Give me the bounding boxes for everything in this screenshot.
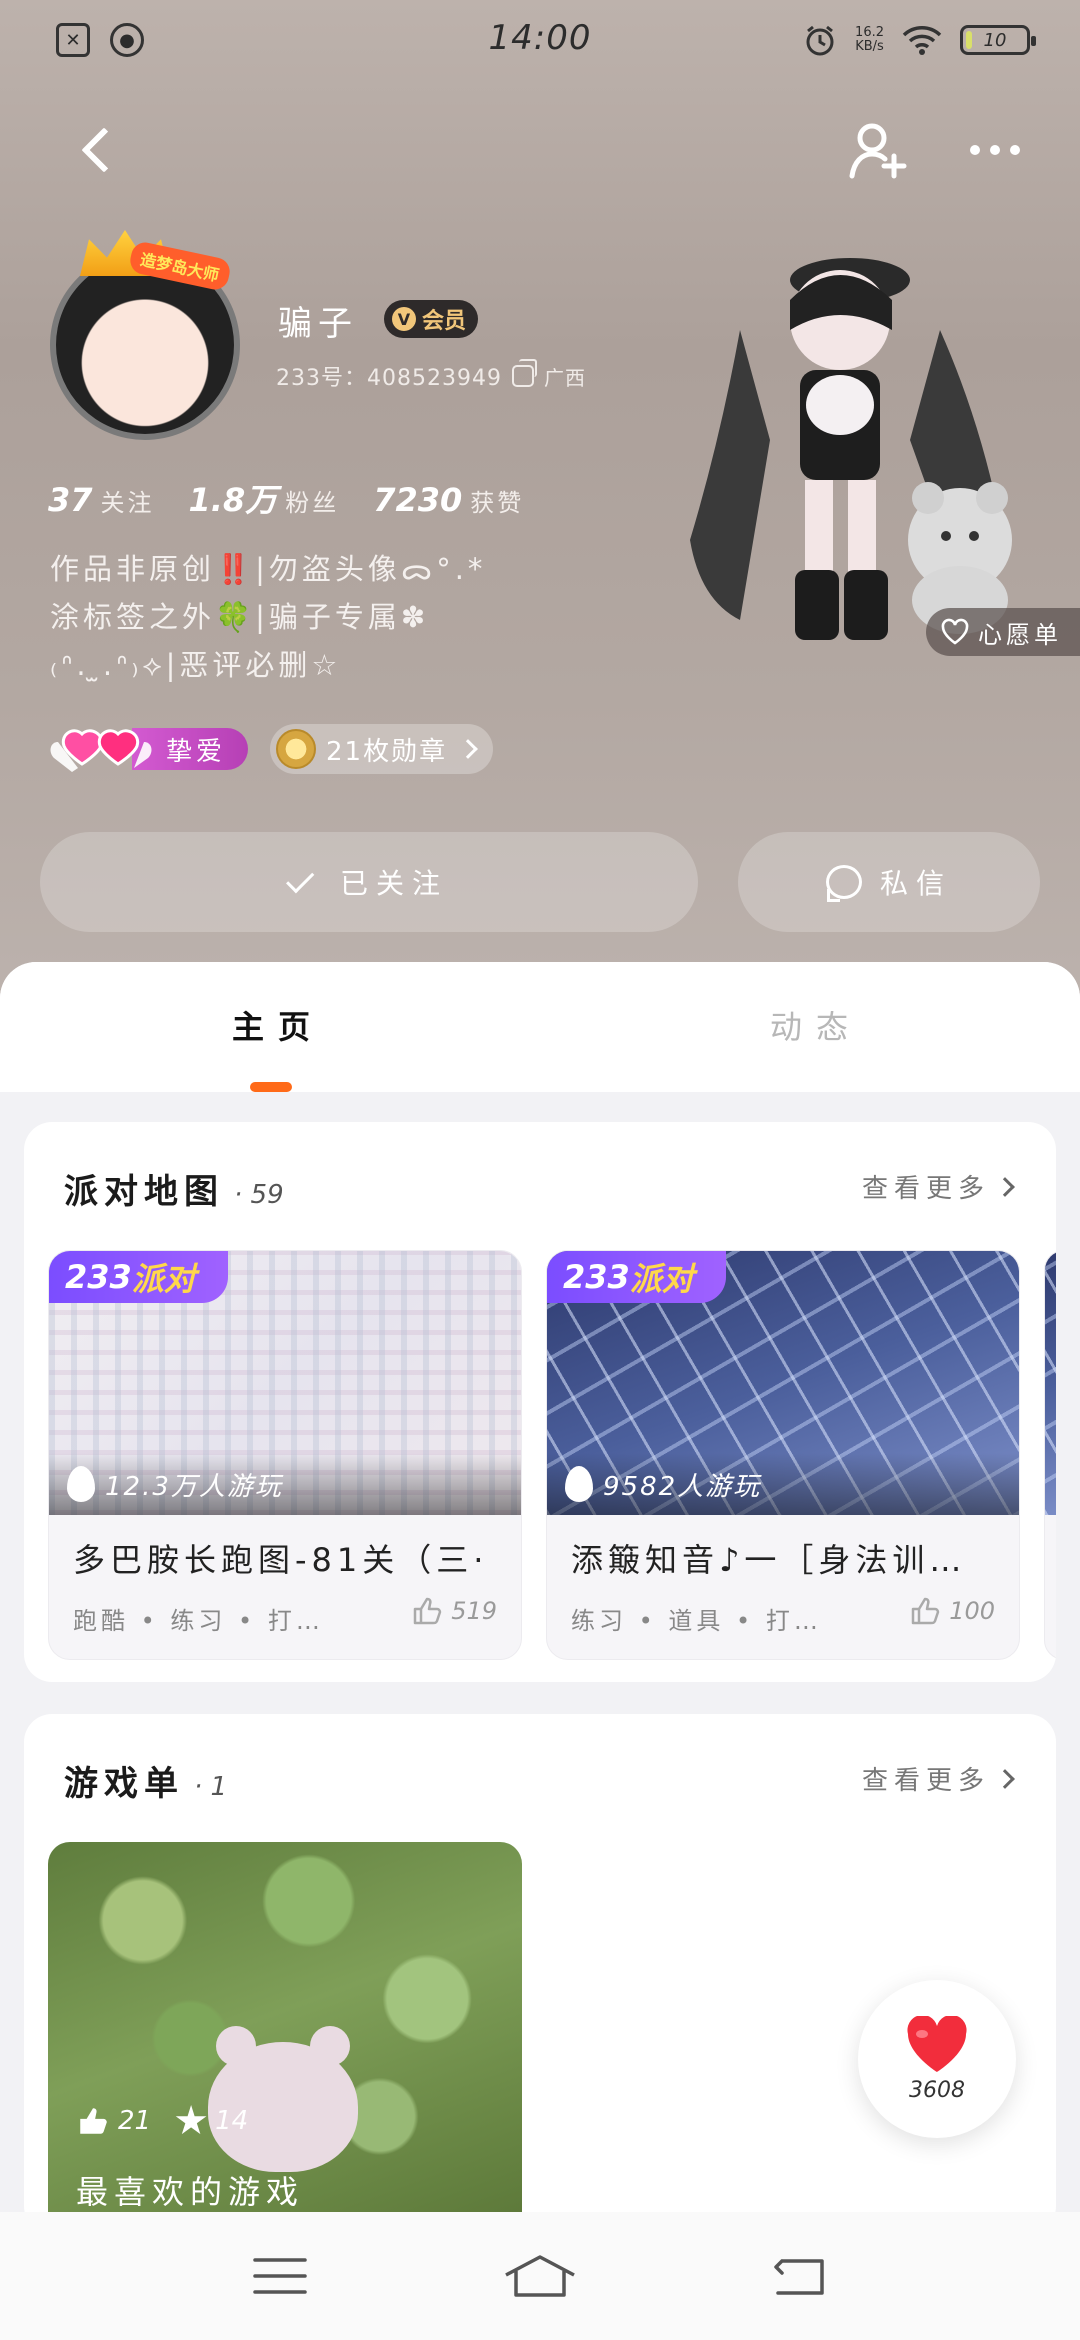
flame-icon xyxy=(565,1466,593,1502)
star-icon xyxy=(175,2105,207,2135)
app-icon: ● xyxy=(110,23,144,57)
back-arrow-icon xyxy=(774,2259,824,2295)
copy-icon[interactable] xyxy=(511,359,537,387)
floating-like-button[interactable]: 3608 xyxy=(858,1980,1016,2138)
wishlist-button[interactable]: 心愿单 xyxy=(926,608,1080,656)
status-bar: ✕ ● 14:00 16.2 KB/s 10 xyxy=(0,0,1080,80)
bio-text: 作品非原创‼️|勿盗头像ᯅ°.* 涂标签之外🍀|骗子专属✽ ₍ᐢ. ̫.ᐢ₎⟡|… xyxy=(50,552,487,682)
map-name: 添簸知音♪一［身法训… xyxy=(571,1541,967,1579)
see-more-button[interactable]: 查看更多 xyxy=(862,1760,1015,1797)
chevron-right-icon xyxy=(458,739,479,759)
profile-stats: 37 关注 1.8万 粉丝 7230 获赞 xyxy=(48,475,524,521)
back-nav-button[interactable] xyxy=(760,2246,840,2306)
flame-icon xyxy=(67,1466,95,1502)
map-likes[interactable]: 519 xyxy=(411,1595,497,1627)
see-more-button[interactable]: 查看更多 xyxy=(862,1168,1015,1205)
game-lists-section: 游戏单 · 1 查看更多 21 14 最喜欢的游戏 xyxy=(24,1714,1056,2212)
heart-outline-icon xyxy=(941,618,969,645)
stat-followers[interactable]: 1.8万 粉丝 xyxy=(189,475,340,521)
home-icon xyxy=(505,2255,575,2297)
character-avatar-image[interactable] xyxy=(680,240,1060,660)
system-nav-bar xyxy=(0,2212,1080,2340)
like-count: 3608 xyxy=(909,2077,965,2103)
game-list-card[interactable]: 21 14 最喜欢的游戏 xyxy=(48,1842,522,2212)
tab-indicator xyxy=(250,1082,292,1092)
profile-tabs: 主页 动态 xyxy=(0,962,1080,1092)
add-friend-icon[interactable] xyxy=(846,118,910,182)
more-options-button[interactable] xyxy=(960,118,1030,182)
top-bar xyxy=(0,110,1080,190)
map-tags: 练习 • 道具 • 打… xyxy=(571,1607,822,1635)
region: 广西 xyxy=(543,365,586,390)
menu-icon xyxy=(253,2258,307,2294)
net-speed: 16.2 KB/s xyxy=(855,25,884,54)
profile-header: ✕ ● 14:00 16.2 KB/s 10 造梦岛大师 骗子 V 会员 233… xyxy=(0,0,1080,1000)
chevron-right-icon xyxy=(995,1176,1015,1197)
thumbs-up-icon xyxy=(80,2108,107,2134)
user-id-row: 233号：408523949 广西 xyxy=(276,359,586,392)
map-tags: 跑酷 • 练习 • 打… xyxy=(73,1607,324,1635)
following-button[interactable]: 已关注 xyxy=(40,832,698,932)
message-button[interactable]: 私信 xyxy=(738,832,1040,932)
love-badge[interactable]: 挚爱 xyxy=(48,722,249,776)
wifi-icon xyxy=(902,26,942,55)
alarm-icon xyxy=(806,25,834,56)
party-tag: 233 派对 xyxy=(49,1251,228,1303)
heart-icon xyxy=(907,2015,967,2072)
section-title: 派对地图 xyxy=(64,1172,224,1212)
stat-likes[interactable]: 7230 获赞 xyxy=(373,481,524,519)
sim-off-icon: ✕ xyxy=(56,23,90,57)
party-tag: 233 派对 xyxy=(547,1251,726,1303)
home-button[interactable] xyxy=(500,2246,580,2306)
game-list-stats: 21 14 xyxy=(76,2104,248,2138)
hearts-icon xyxy=(50,729,152,772)
game-list-name: 最喜欢的游戏 xyxy=(76,2173,305,2211)
chat-bubble-icon xyxy=(825,865,862,902)
thumbs-up-icon xyxy=(911,1597,940,1625)
vip-icon: V xyxy=(392,307,416,331)
tab-home[interactable]: 主页 xyxy=(232,1002,324,1048)
map-card[interactable]: 233 派对 9582人游玩 添簸知音♪一［身法训… 练习 • 道具 • 打… 1… xyxy=(546,1250,1020,1660)
stat-following[interactable]: 37 关注 xyxy=(48,481,155,519)
avatar[interactable]: 造梦岛大师 xyxy=(40,230,250,450)
section-title: 游戏单 xyxy=(64,1764,184,1804)
players-count: 9582人游玩 xyxy=(547,1453,1019,1515)
user-id: 233号：408523949 xyxy=(276,366,502,391)
tab-feed[interactable]: 动态 xyxy=(770,1002,862,1048)
section-count: · 59 xyxy=(234,1180,284,1210)
badge-row: 挚爱 21枚勋章 xyxy=(48,722,494,776)
medal-badge[interactable]: 21枚勋章 xyxy=(270,724,494,774)
map-likes[interactable]: 100 xyxy=(909,1595,995,1627)
username: 骗子 xyxy=(278,304,358,344)
map-card[interactable]: 233 派对 12.3万人游玩 多巴胺长跑图-81关（三· 跑酷 • 练习 • 打… xyxy=(48,1250,522,1660)
party-maps-section: 派对地图 · 59 查看更多 233 派对 12.3万人游玩 多巴胺长跑图-81关… xyxy=(24,1122,1056,1682)
section-count: · 1 xyxy=(194,1772,228,1802)
map-name: 多巴胺长跑图-81关（三· xyxy=(73,1541,489,1579)
battery-icon: 10 xyxy=(960,25,1036,55)
vip-badge[interactable]: V 会员 xyxy=(384,300,479,338)
thumbs-up-icon xyxy=(413,1597,442,1625)
medal-icon xyxy=(276,729,317,769)
players-count: 12.3万人游玩 xyxy=(49,1453,521,1515)
check-icon xyxy=(286,865,315,894)
map-card-peek[interactable] xyxy=(1044,1250,1056,1660)
back-button[interactable] xyxy=(70,120,130,180)
chevron-right-icon xyxy=(995,1768,1015,1789)
menu-button[interactable] xyxy=(240,2246,320,2306)
